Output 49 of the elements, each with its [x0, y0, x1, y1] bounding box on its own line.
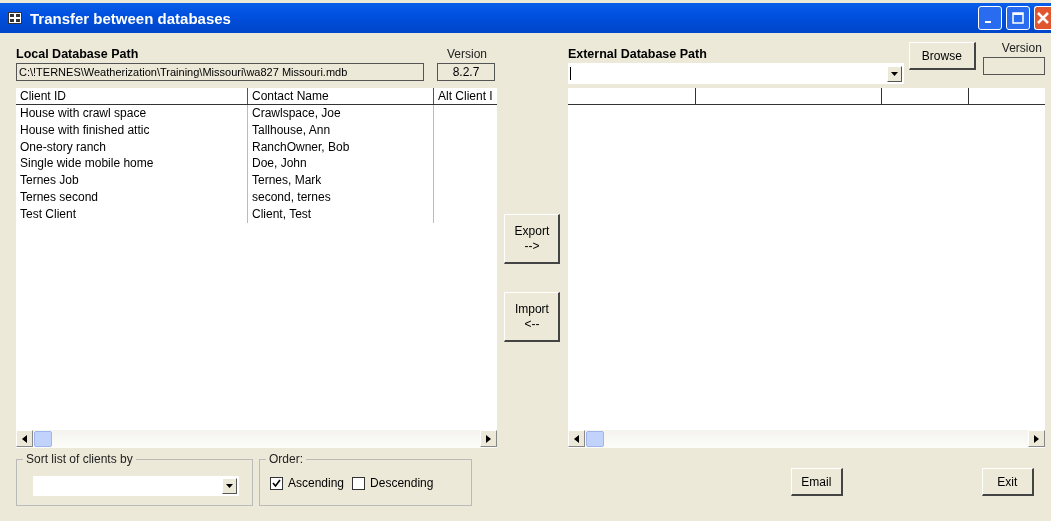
checkbox[interactable]: [270, 476, 283, 490]
checkbox-label: Ascending: [288, 476, 345, 490]
path-field: C:\!TERNES\Weatherization\Training\Missouri\wa827 Missouri.mdb: [16, 63, 424, 81]
close-button[interactable]: [1034, 6, 1051, 30]
table-cell: Doe, John: [248, 155, 434, 173]
window-title: Transfer between databases: [30, 9, 232, 27]
horizontal-scrollbar[interactable]: [567, 430, 1045, 448]
section-heading: Local Database Path: [16, 47, 139, 61]
dropdown-arrow-icon[interactable]: [226, 484, 233, 488]
column-header[interactable]: Contact Name: [248, 88, 434, 104]
column-header[interactable]: Alt Client I: [434, 88, 497, 104]
maximize-icon: [1012, 12, 1024, 24]
table-cell: Crawlspace, Joe: [248, 105, 434, 122]
transfer-button[interactable]: Export -->: [504, 214, 561, 264]
table-cell: Ternes Job: [16, 172, 248, 189]
transfer-button[interactable]: Import <--: [504, 292, 561, 342]
scroll-thumb[interactable]: [34, 431, 52, 447]
version-label: Version: [446, 47, 488, 61]
scroll-thumb[interactable]: [585, 431, 604, 447]
column-header[interactable]: Client ID: [16, 88, 248, 104]
version-label: Version: [1001, 41, 1043, 55]
table-cell: Tallhouse, Ann: [248, 121, 434, 139]
table-cell: House with crawl space: [16, 105, 248, 122]
minimize-icon: [985, 21, 991, 23]
group-label: Order:: [268, 452, 304, 466]
minimize-button[interactable]: [978, 6, 1002, 30]
table-cell: Ternes second: [16, 189, 248, 206]
table-cell: RanchOwner, Bob: [248, 138, 434, 156]
dropdown-arrow-icon[interactable]: [890, 71, 898, 76]
table-cell: House with finished attic: [16, 121, 248, 139]
close-icon: [1037, 12, 1049, 24]
table-cell: Single wide mobile home: [16, 155, 248, 173]
horizontal-scrollbar[interactable]: [16, 430, 497, 448]
form-icon: [8, 12, 22, 24]
exit-button[interactable]: Exit: [981, 468, 1034, 496]
checkbox-label: Descending: [370, 476, 434, 490]
maximize-button[interactable]: [1006, 6, 1030, 30]
section-heading: External Database Path: [567, 47, 708, 61]
browse-button[interactable]: Browse: [908, 42, 976, 70]
table-cell: Client, Test: [248, 205, 434, 223]
group-label: Sort list of clients by: [25, 452, 134, 466]
table-cell: One-story ranch: [16, 138, 248, 156]
version-field: [982, 57, 1045, 75]
table-cell: Ternes, Mark: [248, 172, 434, 189]
email-button[interactable]: Email: [790, 468, 843, 496]
table-cell: Test Client: [16, 205, 248, 223]
version-field: 8.2.7: [437, 63, 495, 81]
table-cell: second, ternes: [248, 189, 434, 206]
checkbox[interactable]: [352, 476, 366, 490]
